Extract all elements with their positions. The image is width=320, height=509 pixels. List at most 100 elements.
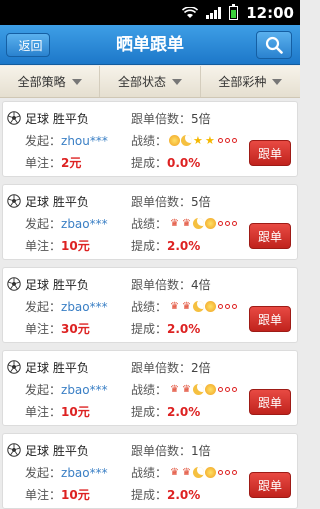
game-type: 足球 胜平负: [25, 195, 89, 209]
soccer-ball-icon: [7, 194, 21, 208]
chevron-down-icon: [272, 78, 283, 85]
filter-bar: 全部策略 全部状态 全部彩种: [0, 66, 300, 98]
initiator-row: 发起：zbao***: [25, 464, 108, 481]
crown-icon: ♛: [182, 218, 191, 229]
record-row: 战绩： ♛ ♛: [131, 298, 238, 315]
moon-icon: [193, 301, 205, 312]
unit-bet-value: 10元: [61, 405, 90, 419]
follow-button[interactable]: 跟单: [249, 472, 291, 498]
follow-multiple-label: 跟单倍数：: [131, 361, 192, 375]
unit-bet-row: 单注：10元: [25, 403, 90, 420]
commission-value: 2.0%: [167, 405, 201, 419]
unit-bet-label: 单注：: [25, 405, 62, 419]
initiator-user[interactable]: zbao***: [61, 217, 108, 231]
order-card[interactable]: 足球 胜平负 发起：zbao*** 单注：30元 跟单倍数：4倍 战绩： ♛ ♛ …: [2, 267, 298, 343]
commission-label: 提成：: [131, 405, 168, 419]
record-row: 战绩： ♛ ♛: [131, 464, 238, 481]
ring-icon: [225, 470, 231, 475]
ring-icon: [232, 387, 238, 392]
ring-icon: [225, 304, 231, 309]
follow-button[interactable]: 跟单: [249, 389, 291, 415]
soccer-ball-icon: [7, 443, 21, 457]
follow-multiple-value: 4倍: [191, 278, 211, 292]
sun-icon: [205, 467, 217, 478]
wifi-icon: [182, 6, 199, 18]
game-type: 足球 胜平负: [25, 361, 89, 375]
initiator-label: 发起：: [25, 300, 62, 314]
signal-icon: [206, 6, 222, 19]
commission-row: 提成：2.0%: [131, 403, 200, 420]
commission-value: 2.0%: [167, 239, 201, 253]
record-icons: ♛ ♛: [169, 384, 238, 395]
crown-icon: ♛: [170, 301, 179, 312]
initiator-row: 发起：zbao***: [25, 215, 108, 232]
record-row: 战绩： ★ ★: [131, 132, 238, 149]
commission-row: 提成：2.0%: [131, 237, 200, 254]
order-card[interactable]: 足球 胜平负 发起：zbao*** 单注：10元 跟单倍数：5倍 战绩： ♛ ♛ …: [2, 184, 298, 260]
unit-bet-label: 单注：: [25, 239, 62, 253]
ring-icon: [232, 138, 238, 143]
filter-status[interactable]: 全部状态: [100, 66, 201, 97]
moon-icon: [181, 135, 193, 146]
record-icons: ♛ ♛: [169, 467, 238, 478]
follow-button[interactable]: 跟单: [249, 223, 291, 249]
commission-value: 2.0%: [167, 322, 201, 336]
initiator-user[interactable]: zbao***: [61, 300, 108, 314]
ring-icon: [232, 304, 238, 309]
game-type: 足球 胜平负: [25, 278, 89, 292]
unit-bet-label: 单注：: [25, 322, 62, 336]
crown-icon: ♛: [182, 467, 191, 478]
order-card[interactable]: 足球 胜平负 发起：zhou*** 单注：2元 跟单倍数：5倍 战绩： ★ ★ 提…: [2, 101, 298, 177]
follow-button[interactable]: 跟单: [249, 140, 291, 166]
follow-multiple-row: 跟单倍数：1倍: [131, 442, 211, 459]
follow-multiple-row: 跟单倍数：4倍: [131, 276, 211, 293]
filter-lottery-type-label: 全部彩种: [218, 75, 267, 89]
search-icon: [265, 36, 283, 54]
record-label: 战绩：: [131, 134, 168, 148]
back-button[interactable]: 返回: [6, 33, 50, 57]
sun-icon: [205, 218, 217, 229]
search-button[interactable]: [256, 31, 292, 59]
follow-multiple-label: 跟单倍数：: [131, 444, 192, 458]
chevron-down-icon: [71, 78, 82, 85]
unit-bet-value: 30元: [61, 322, 90, 336]
filter-strategy[interactable]: 全部策略: [0, 66, 101, 97]
record-label: 战绩：: [131, 466, 168, 480]
status-bar: 12:00: [0, 0, 300, 25]
filter-lottery-type[interactable]: 全部彩种: [201, 66, 300, 97]
record-label: 战绩：: [131, 217, 168, 231]
record-row: 战绩： ♛ ♛: [131, 215, 238, 232]
follow-button[interactable]: 跟单: [249, 306, 291, 332]
crown-icon: ♛: [182, 301, 191, 312]
soccer-ball-icon: [7, 111, 21, 125]
unit-bet-label: 单注：: [25, 156, 62, 170]
sun-icon: [169, 135, 181, 146]
status-time: 12:00: [246, 3, 294, 22]
initiator-label: 发起：: [25, 383, 62, 397]
commission-label: 提成：: [131, 156, 168, 170]
order-card[interactable]: 足球 胜平负 发起：zbao*** 单注：10元 跟单倍数：1倍 战绩： ♛ ♛ …: [2, 433, 298, 509]
follow-multiple-label: 跟单倍数：: [131, 112, 192, 126]
initiator-user[interactable]: zbao***: [61, 466, 108, 480]
initiator-user[interactable]: zhou***: [61, 134, 108, 148]
follow-multiple-row: 跟单倍数：5倍: [131, 193, 211, 210]
soccer-ball-icon: [7, 360, 21, 374]
order-card[interactable]: 足球 胜平负 发起：zbao*** 单注：10元 跟单倍数：2倍 战绩： ♛ ♛ …: [2, 350, 298, 426]
unit-bet-row: 单注：10元: [25, 237, 90, 254]
star-icon: ★: [205, 134, 215, 147]
initiator-row: 发起：zbao***: [25, 381, 108, 398]
crown-icon: ♛: [170, 467, 179, 478]
moon-icon: [193, 218, 205, 229]
initiator-row: 发起：zhou***: [25, 132, 108, 149]
initiator-user[interactable]: zbao***: [61, 383, 108, 397]
ring-icon: [218, 387, 224, 392]
commission-label: 提成：: [131, 322, 168, 336]
crown-icon: ♛: [170, 384, 179, 395]
commission-row: 提成：2.0%: [131, 486, 200, 503]
record-icons: ♛ ♛: [169, 301, 238, 312]
unit-bet-row: 单注：30元: [25, 320, 90, 337]
game-type: 足球 胜平负: [25, 112, 89, 126]
ring-icon: [218, 470, 224, 475]
record-label: 战绩：: [131, 300, 168, 314]
battery-icon: [229, 3, 239, 20]
